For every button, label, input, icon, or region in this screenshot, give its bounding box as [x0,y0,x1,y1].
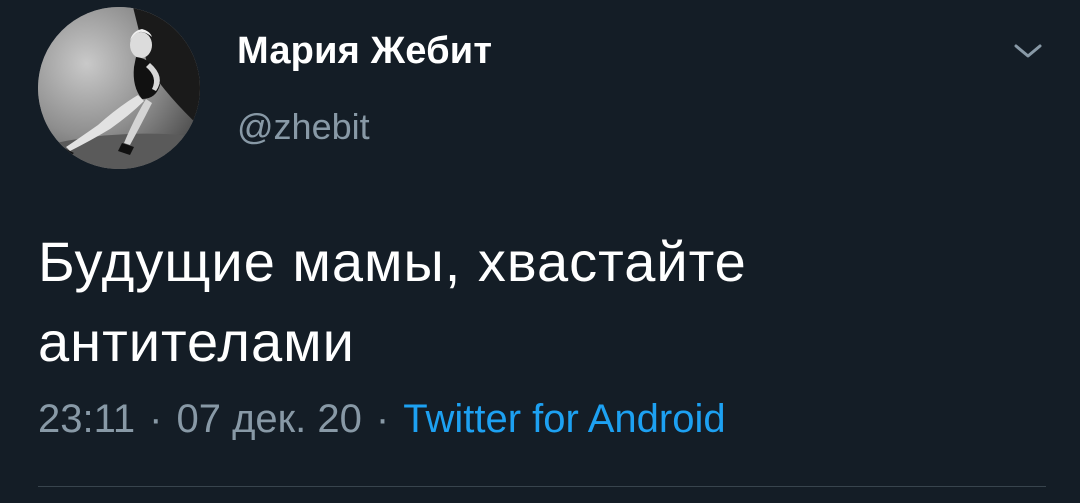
separator: · [149,397,163,441]
tweet-time[interactable]: 23:11 [38,397,135,441]
separator: · [375,397,390,441]
divider [38,486,1046,487]
tweet-source-link[interactable]: Twitter for Android [403,397,725,441]
display-name[interactable]: Мария Жебит [237,30,492,73]
tweet-date[interactable]: 07 дек. 20 [176,397,361,441]
chevron-down-icon[interactable] [1008,36,1048,66]
tweet-text: Будущие мамы, хвастайте антителами [38,230,747,373]
tweet-meta: 23:11 · 07 дек. 20 · Twitter for Android [38,397,726,442]
user-handle[interactable]: @zhebit [237,106,370,148]
avatar-photo [38,7,200,169]
tweet-card: Мария Жебит @zhebit Будущие мамы, хваста… [0,0,1080,503]
avatar[interactable] [38,7,200,169]
